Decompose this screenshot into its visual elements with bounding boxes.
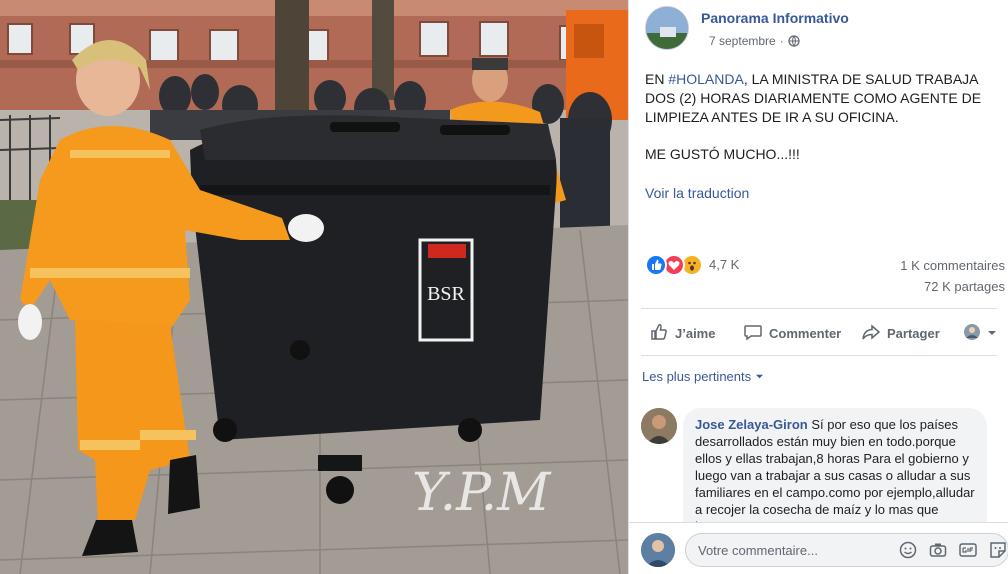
comment-composer: Votre commentaire... [629, 522, 1008, 574]
divider-bottom [641, 355, 997, 356]
comment-button[interactable]: Commenter [743, 316, 841, 350]
page-name-link[interactable]: Panorama Informativo [701, 10, 849, 26]
comment-bubble: Jose Zelaya-Giron Sí por eso que los paí… [683, 408, 987, 522]
reactions-count[interactable]: 4,7 K [709, 257, 739, 272]
reactions-bar: 4,7 K 1 K commentaires [645, 254, 1005, 276]
comment-placeholder: Votre commentaire... [698, 543, 818, 558]
share-label: Partager [887, 325, 940, 341]
comment-item: Jose Zelaya-Giron Sí por eso que los paí… [641, 406, 1001, 522]
bin-logo: BSR [427, 283, 465, 305]
composer-tools [898, 540, 1008, 565]
post-panel: Panorama Informativo 7 septembre · EN #HO… [628, 0, 1008, 574]
speech-bubble-icon [743, 322, 769, 345]
comment-label: Commenter [769, 325, 842, 341]
commenter-name-link[interactable]: Jose Zelaya-Giron [695, 417, 808, 432]
globe-icon[interactable] [788, 35, 800, 50]
watermark-text: Y.P.M [412, 463, 552, 523]
post-text-prefix: EN [645, 71, 669, 87]
camera-icon[interactable] [928, 540, 948, 565]
sort-label: Les plus pertinents [642, 369, 752, 384]
hashtag-link[interactable]: #HOLANDA [668, 71, 743, 87]
page-avatar[interactable] [645, 6, 689, 50]
comments-count[interactable]: 1 K commentaires [900, 258, 1005, 273]
photo-scene: BSR Y.P.M [0, 0, 628, 574]
chevron-down-icon [987, 326, 1003, 341]
post-paragraph-2: ME GUSTÓ MUCHO...!!! [645, 146, 800, 162]
audience-selector[interactable] [963, 316, 1003, 350]
sticker-icon[interactable] [988, 540, 1008, 565]
comment-text: Sí por eso que los países desarrollados … [695, 417, 975, 522]
action-bar: J’aime Commenter Partager [641, 316, 1001, 350]
post-header: Panorama Informativo 7 septembre · [645, 6, 995, 50]
post-text: EN #HOLANDA, LA MINISTRA DE SALUD TRABAJ… [645, 70, 1005, 182]
like-button[interactable]: J’aime [649, 316, 715, 350]
my-avatar [641, 533, 675, 567]
divider-top [641, 308, 997, 309]
see-translation-link[interactable]: Voir la traduction [645, 185, 749, 201]
share-arrow-icon [861, 322, 887, 345]
like-icon [645, 254, 667, 276]
commenter-avatar[interactable] [641, 408, 677, 444]
shares-count[interactable]: 72 K partages [924, 279, 1005, 294]
sort-caret-icon [755, 369, 764, 384]
gif-icon[interactable] [958, 540, 978, 565]
post-meta: 7 septembre · [709, 34, 800, 50]
comment-input[interactable]: Votre commentaire... [685, 533, 1008, 567]
share-button[interactable]: Partager [861, 316, 940, 350]
post-photo[interactable]: BSR Y.P.M [0, 0, 628, 574]
post-date[interactable]: 7 septembre [709, 34, 776, 48]
emoji-icon[interactable] [898, 540, 918, 565]
thumbs-up-icon [649, 322, 675, 345]
like-label: J’aime [675, 325, 716, 341]
meta-separator: · [779, 34, 784, 48]
profile-avatar-icon [963, 323, 987, 344]
comment-sort-dropdown[interactable]: Les plus pertinents [642, 369, 764, 384]
post-paragraph-1: EN #HOLANDA, LA MINISTRA DE SALUD TRABAJ… [645, 70, 1005, 127]
